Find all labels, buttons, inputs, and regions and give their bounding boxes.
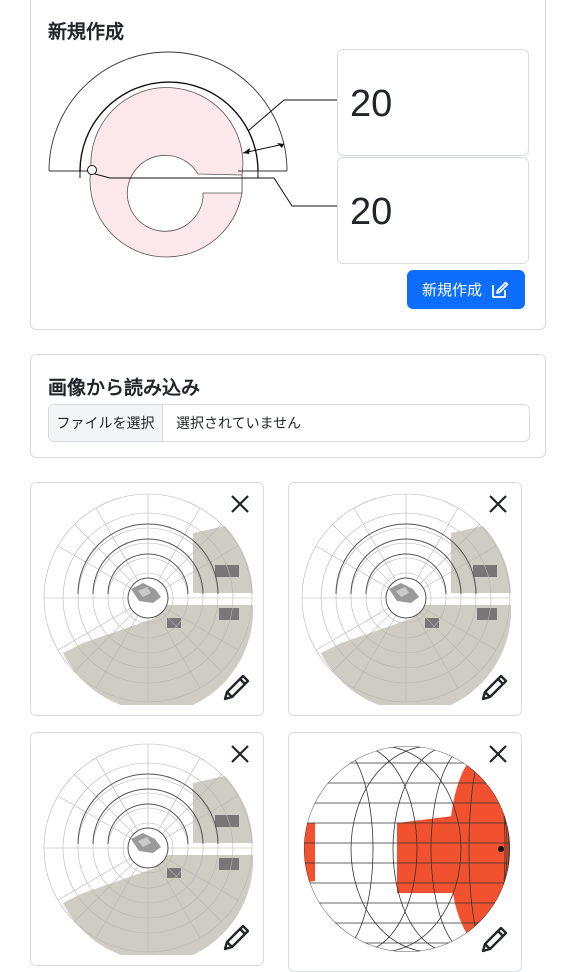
new-create-card: 新規作成 20 20 新規作成	[30, 0, 546, 330]
file-input[interactable]: ファイルを選択 選択されていません	[48, 404, 530, 442]
ring-parameter-diagram	[48, 51, 337, 258]
pencil-square-icon	[492, 281, 509, 298]
file-status-text: 選択されていません	[176, 416, 302, 432]
load-from-image-card: 画像から読み込み ファイルを選択 選択されていません	[30, 354, 546, 458]
saved-chart-thumbnail[interactable]	[30, 732, 264, 966]
new-create-title: 新規作成	[48, 21, 125, 43]
saved-chart-thumbnail[interactable]	[288, 482, 522, 716]
saved-chart-thumbnail[interactable]	[30, 482, 264, 716]
choose-file-button[interactable]: ファイルを選択	[49, 405, 163, 441]
close-icon[interactable]	[487, 493, 509, 515]
close-icon[interactable]	[487, 743, 509, 765]
create-new-label: 新規作成	[421, 281, 482, 299]
pencil-icon[interactable]	[477, 923, 511, 957]
load-from-image-title: 画像から読み込み	[48, 377, 201, 399]
saved-sphere-thumbnail[interactable]	[288, 732, 522, 972]
outer-width-value-box[interactable]: 20	[337, 49, 529, 156]
pencil-icon[interactable]	[219, 921, 253, 955]
create-new-button[interactable]: 新規作成	[407, 270, 525, 309]
outer-width-value: 20	[350, 83, 393, 125]
close-icon[interactable]	[229, 743, 251, 765]
pencil-icon[interactable]	[219, 671, 253, 705]
close-icon[interactable]	[229, 493, 251, 515]
gap-value: 20	[350, 191, 393, 233]
pencil-icon[interactable]	[477, 671, 511, 705]
gap-value-box[interactable]: 20	[337, 157, 529, 264]
